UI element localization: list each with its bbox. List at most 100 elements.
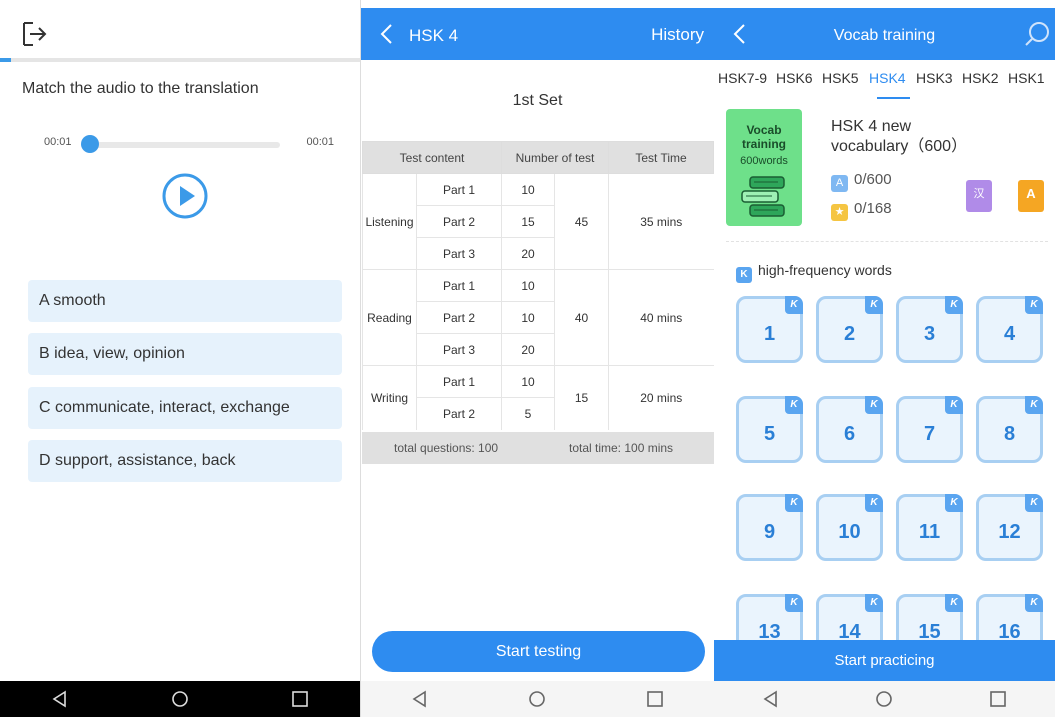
part-count: 10: [501, 301, 555, 334]
k-badge-icon: K: [1025, 396, 1043, 414]
k-badge-icon: K: [945, 494, 963, 512]
part-name: Part 1: [416, 173, 502, 206]
k-badge-icon: K: [785, 296, 803, 314]
part-name: Part 2: [416, 397, 502, 430]
system-nav-bar: [714, 681, 1055, 717]
quiz-panel: Match the audio to the translation 00:01…: [0, 0, 361, 717]
word-group-tile[interactable]: 1K: [736, 296, 803, 363]
vocab-panel: Vocab training HSK7-9 HSK6 HSK5 HSK4 HSK…: [714, 0, 1055, 717]
start-testing-button[interactable]: Start testing: [372, 631, 705, 672]
tab-hsk1[interactable]: HSK1: [1008, 70, 1045, 86]
back-nav-icon[interactable]: [751, 684, 791, 714]
exam-header: HSK 4 History: [361, 8, 714, 60]
word-group-tile[interactable]: 9K: [736, 494, 803, 561]
back-nav-icon[interactable]: [40, 684, 80, 714]
back-chevron-icon[interactable]: [375, 22, 399, 46]
part-count: 20: [501, 333, 555, 366]
home-nav-icon[interactable]: [517, 684, 557, 714]
back-nav-icon[interactable]: [400, 684, 440, 714]
word-group-tile[interactable]: 2K: [816, 296, 883, 363]
answer-option-d[interactable]: D support, assistance, back: [28, 440, 342, 482]
k-badge-icon: K: [865, 594, 883, 612]
k-badge-icon: K: [865, 396, 883, 414]
k-badge-icon: K: [865, 296, 883, 314]
start-practicing-button[interactable]: Start practicing: [714, 640, 1055, 681]
star-icon: ★: [831, 204, 848, 221]
exit-icon[interactable]: [20, 20, 48, 48]
section-name: Listening: [362, 173, 417, 270]
word-group-tile[interactable]: 6K: [816, 396, 883, 463]
pinyin-book-button[interactable]: A: [1018, 180, 1044, 212]
learned-count-value: 0/600: [854, 171, 892, 188]
audio-seek-knob[interactable]: [81, 135, 99, 153]
section-time: 20 mins: [608, 365, 714, 430]
active-tab-underline: [877, 97, 910, 99]
audio-duration: 00:01: [306, 136, 334, 148]
high-frequency-label: Khigh-frequency words: [736, 262, 892, 283]
col-header-content: Test content: [362, 141, 502, 174]
answer-option-a[interactable]: A smooth: [28, 280, 342, 322]
k-badge-icon: K: [1025, 296, 1043, 314]
k-badge-icon: K: [785, 396, 803, 414]
part-name: Part 2: [416, 205, 502, 238]
tab-hsk7-9[interactable]: HSK7-9: [718, 70, 767, 86]
part-name: Part 1: [416, 269, 502, 302]
audio-seek-track[interactable]: [88, 142, 280, 148]
quiz-progress-fill: [0, 58, 11, 62]
section-total: 45: [554, 173, 609, 270]
quiz-header: [0, 8, 360, 60]
word-group-tile[interactable]: 11 K: [896, 494, 963, 561]
recents-nav-icon[interactable]: [978, 684, 1018, 714]
level-tabs: HSK7-9 HSK6 HSK5 HSK4 HSK3 HSK2 HSK1: [714, 70, 1055, 100]
table-row: Reading Part 1 10 40 40 mins: [362, 269, 714, 366]
search-icon[interactable]: [1023, 20, 1051, 48]
k-badge-icon: K: [1025, 594, 1043, 612]
word-group-tile[interactable]: 5K: [736, 396, 803, 463]
tab-hsk6[interactable]: HSK6: [776, 70, 813, 86]
part-name: Part 3: [416, 237, 502, 270]
history-link[interactable]: History: [651, 25, 704, 45]
word-group-tile[interactable]: 4K: [976, 296, 1043, 363]
tab-hsk2[interactable]: HSK2: [962, 70, 999, 86]
part-count: 10: [501, 269, 555, 302]
vocab-training-card[interactable]: Vocab training 600words: [726, 109, 802, 226]
tab-hsk5[interactable]: HSK5: [822, 70, 859, 86]
section-time: 35 mins: [608, 173, 714, 270]
quiz-progress-bar: [0, 58, 360, 62]
answer-option-c[interactable]: C communicate, interact, exchange: [28, 387, 342, 429]
k-badge-icon: K: [865, 494, 883, 512]
k-badge-icon: K: [1025, 494, 1043, 512]
play-icon[interactable]: [162, 173, 208, 219]
quiz-instruction: Match the audio to the translation: [22, 80, 259, 97]
answer-option-b[interactable]: B idea, view, opinion: [28, 333, 342, 375]
high-frequency-text: high-frequency words: [758, 262, 892, 278]
books-icon: [741, 176, 785, 217]
recents-nav-icon[interactable]: [280, 684, 320, 714]
k-badge-icon: K: [945, 396, 963, 414]
word-group-tile[interactable]: 12 K: [976, 494, 1043, 561]
tab-hsk3[interactable]: HSK3: [916, 70, 953, 86]
word-group-tile[interactable]: 10 K: [816, 494, 883, 561]
section-name: Writing: [362, 365, 417, 430]
exam-structure-table: Test content Number of test Test Time Li…: [362, 141, 714, 430]
table-row: Listening Part 1 10 45 35 mins: [362, 173, 714, 270]
word-group-tile[interactable]: 3K: [896, 296, 963, 363]
k-badge-icon: K: [945, 594, 963, 612]
part-name: Part 1: [416, 365, 502, 398]
k-badge-icon: K: [736, 267, 752, 283]
section-divider: [726, 241, 1048, 242]
word-group-tile[interactable]: 8K: [976, 396, 1043, 463]
table-footer: total questions: 100 total time: 100 min…: [362, 432, 714, 464]
recents-nav-icon[interactable]: [635, 684, 675, 714]
hanzi-book-button[interactable]: 汉: [966, 180, 992, 212]
vocab-set-title: HSK 4 new vocabulary（600）: [831, 117, 967, 157]
a-badge-icon: A: [831, 175, 848, 192]
starred-count-value: 0/168: [854, 200, 892, 217]
tab-hsk4[interactable]: HSK4: [869, 70, 906, 86]
word-group-tile[interactable]: 7K: [896, 396, 963, 463]
part-name: Part 2: [416, 301, 502, 334]
k-badge-icon: K: [945, 296, 963, 314]
home-nav-icon[interactable]: [160, 684, 200, 714]
section-name: Reading: [362, 269, 417, 366]
home-nav-icon[interactable]: [864, 684, 904, 714]
